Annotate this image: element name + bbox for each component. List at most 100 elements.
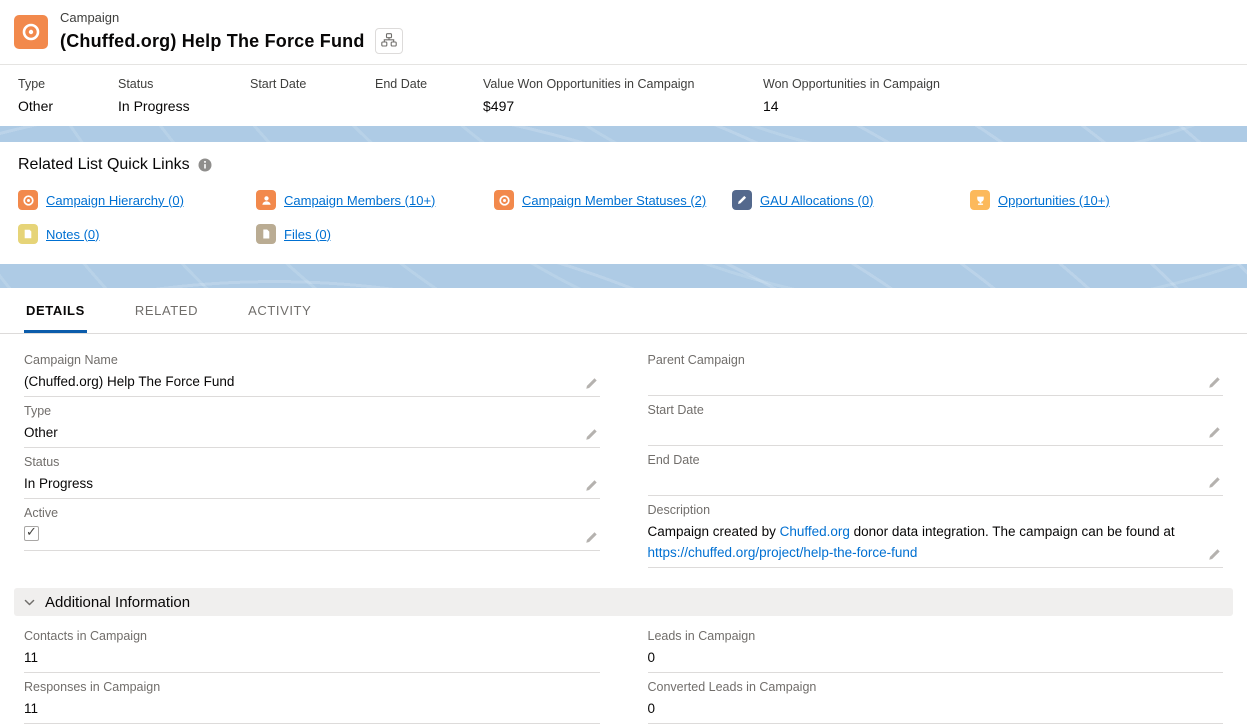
field-value: 11 <box>24 698 600 719</box>
record-detail-card: DETAILS RELATED ACTIVITY Campaign Name (… <box>0 288 1247 724</box>
field-value <box>648 471 1198 491</box>
campaign-icon <box>14 15 48 49</box>
tab-bar: DETAILS RELATED ACTIVITY <box>0 288 1247 334</box>
files-icon <box>256 224 276 244</box>
field-value <box>648 371 1198 391</box>
highlight-value: $497 <box>483 98 753 114</box>
edit-pencil-icon[interactable] <box>585 377 598 390</box>
highlight-label: End Date <box>375 77 473 91</box>
hierarchy-button[interactable] <box>375 28 403 54</box>
field-start-date: Start Date <box>648 396 1224 446</box>
quick-link-label: Notes (0) <box>46 227 99 242</box>
field-value: 0 <box>648 698 1224 719</box>
additional-information-header[interactable]: Additional Information <box>14 588 1233 616</box>
quick-link-campaign-members[interactable]: Campaign Members (10+) <box>256 190 494 210</box>
edit-pencil-icon[interactable] <box>1208 376 1221 389</box>
highlight-label: Value Won Opportunities in Campaign <box>483 77 753 91</box>
highlight-value <box>250 98 365 114</box>
additional-information-section: Contacts in Campaign 11 Responses in Cam… <box>0 616 1247 724</box>
field-value: Other <box>24 422 574 443</box>
record-header: Campaign (Chuffed.org) Help The Force Fu… <box>0 0 1247 65</box>
info-left-column: Contacts in Campaign 11 Responses in Cam… <box>24 622 600 724</box>
edit-pencil-icon[interactable] <box>585 531 598 544</box>
field-value: Campaign created by Chuffed.org donor da… <box>648 521 1198 563</box>
highlight-field-value-won-opportunities: Value Won Opportunities in Campaign $497 <box>483 77 763 114</box>
header-text: Campaign (Chuffed.org) Help The Force Fu… <box>60 10 403 54</box>
campaign-members-icon <box>256 190 276 210</box>
highlight-field-won-opportunities: Won Opportunities in Campaign 14 <box>763 77 1229 114</box>
quick-link-opportunities[interactable]: Opportunities (10+) <box>970 190 1208 210</box>
quick-link-label: Campaign Members (10+) <box>284 193 435 208</box>
field-campaign-name: Campaign Name (Chuffed.org) Help The For… <box>24 346 600 397</box>
highlight-field-start-date: Start Date <box>250 77 375 114</box>
field-status: Status In Progress <box>24 448 600 499</box>
highlight-field-type: Type Other <box>18 77 118 114</box>
edit-pencil-icon[interactable] <box>1208 426 1221 439</box>
highlight-value: Other <box>18 98 108 114</box>
highlight-value: 14 <box>763 98 1219 114</box>
quick-link-gau-allocations[interactable]: GAU Allocations (0) <box>732 190 970 210</box>
field-label: Responses in Campaign <box>24 680 600 694</box>
tab-activity[interactable]: ACTIVITY <box>246 288 313 333</box>
quick-link-label: Files (0) <box>284 227 331 242</box>
field-value <box>648 421 1198 441</box>
quick-link-label: GAU Allocations (0) <box>760 193 873 208</box>
chuffed-org-link[interactable]: Chuffed.org <box>780 524 850 539</box>
highlight-label: Status <box>118 77 240 91</box>
field-label: Start Date <box>648 403 1198 417</box>
background-band <box>0 126 1247 142</box>
field-converted-leads-in-campaign: Converted Leads in Campaign 0 <box>648 673 1224 724</box>
quick-link-campaign-member-statuses[interactable]: Campaign Member Statuses (2) <box>494 190 732 210</box>
highlight-field-status: Status In Progress <box>118 77 250 114</box>
highlight-value <box>375 98 473 114</box>
edit-pencil-icon[interactable] <box>585 428 598 441</box>
field-active: Active <box>24 499 600 551</box>
highlight-label: Start Date <box>250 77 365 91</box>
details-left-column: Campaign Name (Chuffed.org) Help The For… <box>24 346 600 568</box>
field-type: Type Other <box>24 397 600 448</box>
description-text: Campaign created by <box>648 524 780 539</box>
section-title: Additional Information <box>45 594 190 611</box>
details-right-column: Parent Campaign Start Date End Date Desc… <box>648 346 1224 568</box>
quick-link-label: Opportunities (10+) <box>998 193 1110 208</box>
field-label: End Date <box>648 453 1198 467</box>
tab-details[interactable]: DETAILS <box>24 288 87 333</box>
field-label: Contacts in Campaign <box>24 629 600 643</box>
quick-link-campaign-hierarchy[interactable]: Campaign Hierarchy (0) <box>18 190 256 210</box>
field-label: Active <box>24 506 574 520</box>
chevron-down-icon <box>23 596 36 609</box>
page: Campaign (Chuffed.org) Help The Force Fu… <box>0 0 1247 703</box>
description-text: donor data integration. The campaign can… <box>850 524 1175 539</box>
campaign-hierarchy-icon <box>18 190 38 210</box>
gau-allocations-icon <box>732 190 752 210</box>
highlight-label: Won Opportunities in Campaign <box>763 77 1219 91</box>
opportunities-icon <box>970 190 990 210</box>
field-label: Description <box>648 503 1198 517</box>
info-right-column: Leads in Campaign 0 Converted Leads in C… <box>648 622 1224 724</box>
quick-link-notes[interactable]: Notes (0) <box>18 224 256 244</box>
details-section: Campaign Name (Chuffed.org) Help The For… <box>0 334 1247 568</box>
edit-pencil-icon[interactable] <box>1208 476 1221 489</box>
field-description: Description Campaign created by Chuffed.… <box>648 496 1224 568</box>
page-title: (Chuffed.org) Help The Force Fund <box>60 31 365 52</box>
highlight-value: In Progress <box>118 98 240 114</box>
edit-pencil-icon[interactable] <box>1208 548 1221 561</box>
quick-link-files[interactable]: Files (0) <box>256 224 494 244</box>
tab-related[interactable]: RELATED <box>133 288 200 333</box>
campaign-url-link[interactable]: https://chuffed.org/project/help-the-for… <box>648 545 918 560</box>
field-end-date: End Date <box>648 446 1224 496</box>
campaign-record-page: { "colors": { "brand_blue": "#0070D2", "… <box>0 0 1247 703</box>
field-parent-campaign: Parent Campaign <box>648 346 1224 396</box>
notes-icon <box>18 224 38 244</box>
field-label: Leads in Campaign <box>648 629 1224 643</box>
info-icon[interactable] <box>198 158 212 172</box>
field-value: (Chuffed.org) Help The Force Fund <box>24 371 574 392</box>
quick-link-label: Campaign Member Statuses (2) <box>522 193 706 208</box>
field-responses-in-campaign: Responses in Campaign 11 <box>24 673 600 724</box>
quick-links-grid: Campaign Hierarchy (0) Campaign Members … <box>18 190 1229 244</box>
field-label: Converted Leads in Campaign <box>648 680 1224 694</box>
active-checkbox[interactable] <box>24 526 39 541</box>
field-label: Campaign Name <box>24 353 574 367</box>
edit-pencil-icon[interactable] <box>585 479 598 492</box>
highlight-field-end-date: End Date <box>375 77 483 114</box>
